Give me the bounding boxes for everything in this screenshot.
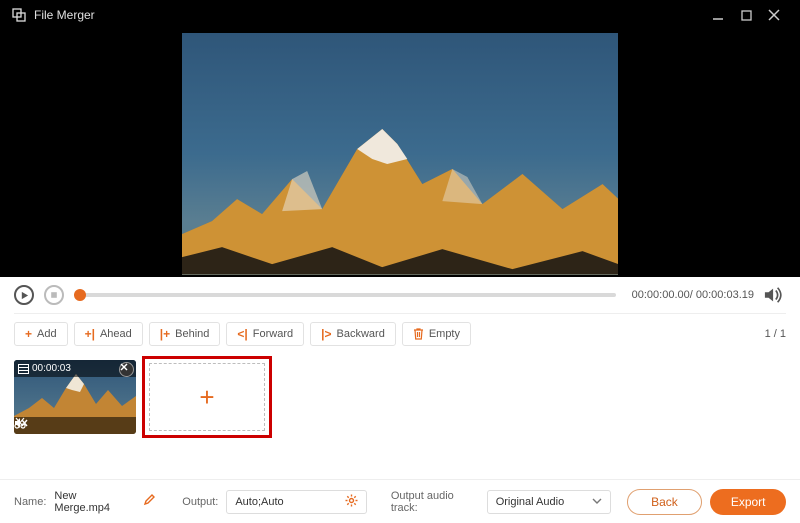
plus-icon: + (25, 327, 32, 341)
time-display: 00:00:00.00/ 00:00:03.19 (632, 289, 754, 301)
add-button[interactable]: + Add (14, 322, 68, 346)
minimize-button[interactable] (704, 0, 732, 30)
add-clip-dropzone[interactable]: + (142, 356, 272, 438)
add-label: Add (37, 328, 57, 340)
playback-bar: 00:00:00.00/ 00:00:03.19 (0, 277, 800, 313)
backward-label: Backward (337, 328, 385, 340)
audio-track-select[interactable]: Original Audio (487, 490, 611, 514)
film-icon (18, 364, 29, 374)
clip-toolbar: + Add +| Ahead |+ Behind <| Forward |> B… (0, 314, 800, 354)
seek-thumb[interactable] (74, 289, 86, 301)
current-time: 00:00:00.00 (632, 289, 690, 301)
back-button[interactable]: Back (627, 489, 703, 515)
stop-button[interactable] (44, 285, 64, 305)
clip-thumbnail[interactable]: 00:00:03 (14, 360, 136, 434)
total-time: 00:00:03.19 (696, 289, 754, 301)
insert-ahead-icon: +| (85, 327, 95, 341)
edit-name-button[interactable] (143, 494, 155, 509)
move-backward-icon: |> (321, 327, 331, 341)
bottom-bar: Name: New Merge.mp4 Output: Auto;Auto Ou… (0, 479, 800, 523)
output-value: Auto;Auto (235, 496, 283, 508)
gear-icon[interactable] (345, 494, 358, 510)
name-label: Name: (14, 496, 46, 508)
remove-clip-button[interactable] (119, 362, 134, 377)
clip-footer (14, 417, 136, 434)
video-preview-area (0, 30, 800, 277)
clip-header: 00:00:03 (14, 360, 136, 377)
volume-icon[interactable] (764, 284, 786, 306)
forward-label: Forward (253, 328, 293, 340)
insert-behind-icon: |+ (160, 327, 170, 341)
window-title: File Merger (34, 8, 95, 22)
output-label: Output: (182, 496, 218, 508)
behind-button[interactable]: |+ Behind (149, 322, 221, 346)
app-logo-icon (12, 8, 26, 22)
video-preview[interactable] (182, 33, 618, 275)
trash-icon (413, 328, 424, 340)
play-button[interactable] (14, 285, 34, 305)
audio-value: Original Audio (496, 496, 565, 508)
titlebar: File Merger (0, 0, 800, 30)
output-format-select[interactable]: Auto;Auto (226, 490, 367, 514)
chevron-down-icon (592, 496, 602, 507)
output-name: New Merge.mp4 (54, 490, 130, 514)
clip-duration: 00:00:03 (32, 363, 71, 374)
ahead-button[interactable]: +| Ahead (74, 322, 143, 346)
close-button[interactable] (760, 0, 788, 30)
export-button[interactable]: Export (710, 489, 786, 515)
empty-button[interactable]: Empty (402, 322, 471, 346)
audio-track-label: Output audio track: (391, 490, 479, 514)
forward-button[interactable]: <| Forward (226, 322, 304, 346)
plus-large-icon: + (199, 382, 214, 413)
seek-slider[interactable] (80, 293, 616, 297)
backward-button[interactable]: |> Backward (310, 322, 396, 346)
empty-label: Empty (429, 328, 460, 340)
ahead-label: Ahead (100, 328, 132, 340)
add-clip-inner: + (149, 363, 265, 431)
clip-strip: 00:00:03 + (0, 354, 800, 440)
behind-label: Behind (175, 328, 209, 340)
maximize-button[interactable] (732, 0, 760, 30)
move-forward-icon: <| (237, 327, 247, 341)
page-indicator: 1 / 1 (765, 328, 786, 340)
